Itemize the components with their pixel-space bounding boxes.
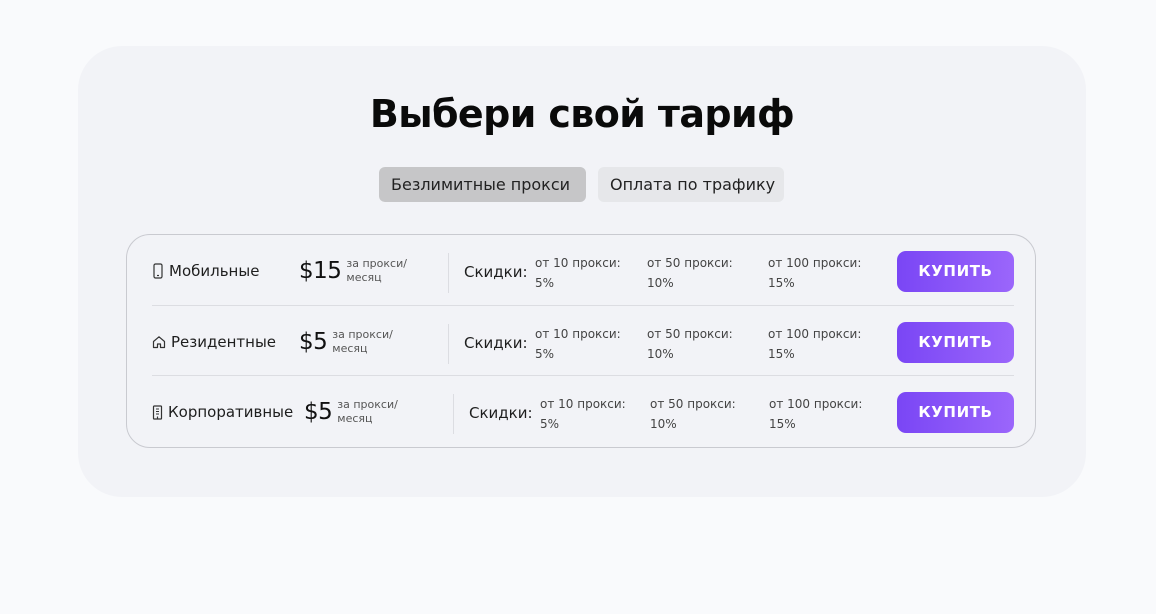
discount-tier: от 10 прокси: 5% — [535, 324, 621, 364]
discounts-label: Скидки: — [469, 404, 533, 422]
plan-price: $5 за прокси/ месяц — [304, 398, 407, 426]
discount-tier: от 100 прокси: 15% — [769, 394, 862, 434]
divider — [453, 394, 454, 434]
discount-tier: от 50 прокси: 10% — [647, 324, 733, 364]
discount-tier: от 50 прокси: 10% — [650, 394, 736, 434]
price-amount: $5 — [304, 399, 333, 425]
plans-table: Мобильные $15 за прокси/ месяц Скидки: о… — [126, 234, 1036, 448]
plan-price: $15 за прокси/ месяц — [299, 257, 416, 285]
divider — [448, 253, 449, 293]
tier-label: от 10 прокси: — [540, 397, 626, 411]
plan-row-corporate: Корпоративные $5 за прокси/ месяц Скидки… — [152, 375, 1014, 448]
home-icon — [152, 335, 166, 349]
tier-label: от 100 прокси: — [769, 397, 863, 411]
discount-tier: от 100 прокси: 15% — [768, 253, 861, 293]
tier-value: 10% — [647, 347, 674, 361]
plan-name-label: Корпоративные — [168, 403, 294, 421]
discount-tier: от 10 прокси: 5% — [535, 253, 621, 293]
discounts-label: Скидки: — [464, 263, 528, 281]
price-amount: $15 — [299, 258, 342, 284]
buy-button[interactable]: КУПИТЬ — [897, 392, 1014, 433]
plan-name-label: Мобильные — [169, 262, 260, 280]
discount-tier: от 100 прокси: 15% — [768, 324, 861, 364]
tier-value: 10% — [650, 417, 677, 431]
tier-value: 15% — [768, 276, 795, 290]
tier-value: 5% — [535, 276, 555, 290]
tab-unlimited-proxies[interactable]: Безлимитные прокси — [379, 167, 586, 202]
page-title: Выбери свой тариф — [369, 92, 795, 136]
tier-label: от 50 прокси: — [650, 397, 736, 411]
price-unit: за прокси/ месяц — [346, 257, 407, 284]
tariff-tabs: Безлимитные прокси Оплата по трафику — [379, 167, 784, 202]
plan-name: Мобильные — [152, 262, 259, 280]
price-amount: $5 — [299, 329, 328, 355]
plan-name: Резидентные — [152, 333, 276, 351]
tier-value: 5% — [535, 347, 555, 361]
price-unit: за прокси/ месяц — [337, 398, 398, 425]
divider — [448, 324, 449, 364]
tab-pay-per-traffic[interactable]: Оплата по трафику — [598, 167, 784, 202]
plan-name-label: Резидентные — [171, 333, 277, 351]
tier-label: от 10 прокси: — [535, 327, 621, 341]
plan-row-mobile: Мобильные $15 за прокси/ месяц Скидки: о… — [152, 235, 1014, 305]
plan-price: $5 за прокси/ месяц — [299, 328, 402, 356]
price-unit: за прокси/ месяц — [332, 328, 393, 355]
tier-value: 15% — [769, 417, 796, 431]
tier-value: 5% — [540, 417, 560, 431]
phone-icon — [152, 263, 164, 279]
plan-name: Корпоративные — [152, 403, 293, 421]
discount-tier: от 10 прокси: 5% — [540, 394, 626, 434]
tier-label: от 100 прокси: — [768, 256, 862, 270]
tier-value: 10% — [647, 276, 674, 290]
tier-value: 15% — [768, 347, 795, 361]
buy-button[interactable]: КУПИТЬ — [897, 322, 1014, 363]
tier-label: от 10 прокси: — [535, 256, 621, 270]
discounts-label: Скидки: — [464, 334, 528, 352]
tier-label: от 50 прокси: — [647, 256, 733, 270]
building-icon — [152, 404, 163, 420]
tier-label: от 100 прокси: — [768, 327, 862, 341]
discount-tier: от 50 прокси: 10% — [647, 253, 733, 293]
plan-row-residential: Резидентные $5 за прокси/ месяц Скидки: … — [152, 305, 1014, 376]
buy-button[interactable]: КУПИТЬ — [897, 251, 1014, 292]
tier-label: от 50 прокси: — [647, 327, 733, 341]
